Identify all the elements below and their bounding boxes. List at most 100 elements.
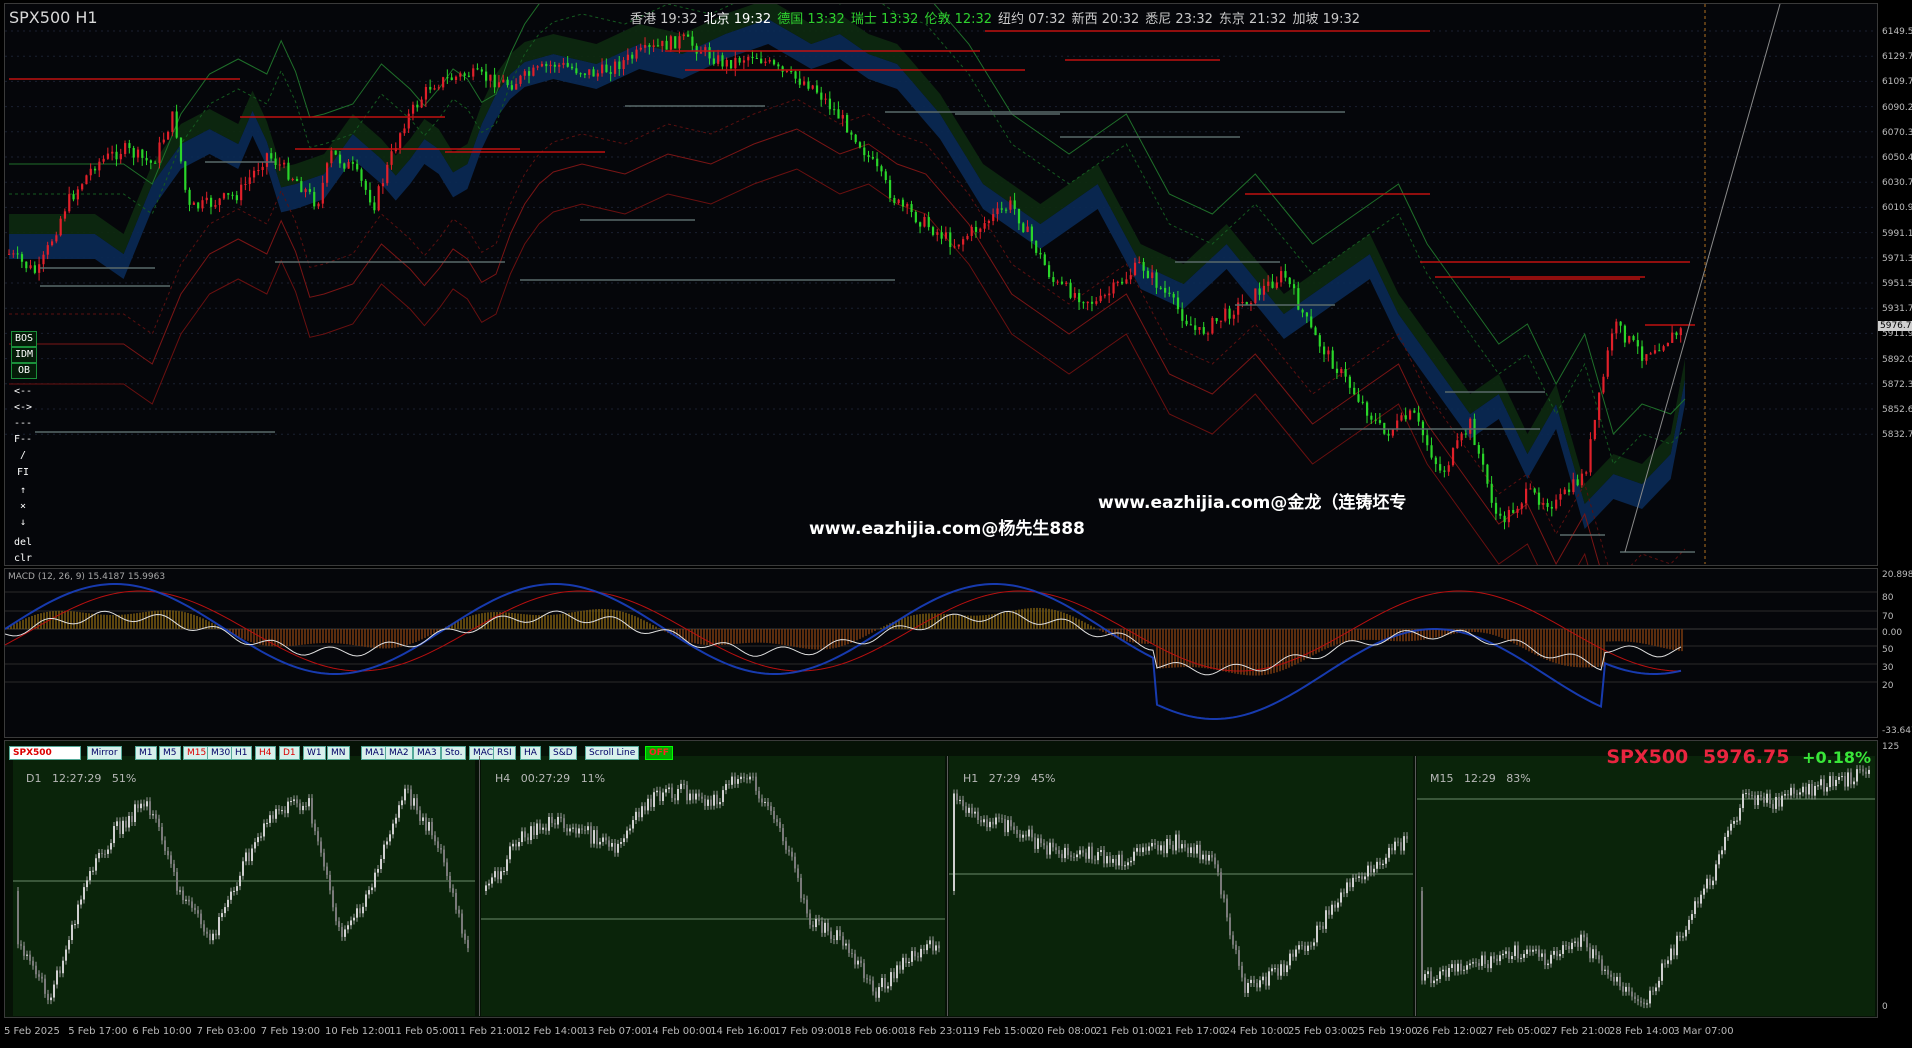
price-chart-canvas[interactable] (5, 4, 1878, 566)
toolbar-button-h4[interactable]: H4 (255, 746, 276, 760)
mini-candle-body (884, 977, 886, 989)
mini-candle-body (170, 855, 172, 864)
toolbar-button-scrollline[interactable]: Scroll Line (585, 746, 640, 760)
time-tick: 25 Feb 03:00 (1288, 1026, 1354, 1037)
candle-body (1610, 333, 1614, 351)
mini-candle-body (1133, 851, 1135, 861)
mini-candle-body (377, 869, 379, 873)
candle-body (106, 153, 110, 159)
mini-candle-body (1037, 838, 1039, 849)
candle-body (803, 81, 806, 85)
tool-button-11[interactable]: ↓ (11, 516, 35, 530)
macd-main-line (5, 583, 1682, 720)
mini-candle-body (1067, 847, 1069, 856)
tool-button-4[interactable]: <-> (11, 401, 35, 415)
mini-candle-body (362, 906, 364, 914)
candle-body (1030, 226, 1033, 241)
candle-body (1396, 420, 1399, 430)
price-axis[interactable]: 6149.5 6129.7 6109.7 6090.2 6070.3 6050.4 6030… (1878, 3, 1912, 566)
toggle-off-button[interactable]: OFF (645, 746, 673, 760)
mini-candle-body (1049, 842, 1051, 855)
mini-candle-body (284, 810, 286, 814)
toolbar-button-rsi[interactable]: RSI (493, 746, 516, 760)
mini-candle-body (407, 788, 409, 790)
tool-button-8[interactable]: FI (11, 466, 35, 480)
tool-button-1[interactable]: IDM (11, 347, 37, 363)
mini-candle-body (977, 811, 979, 821)
candle-body (798, 78, 801, 85)
tool-button-13[interactable]: clr (11, 552, 35, 565)
time-axis[interactable]: 5 Feb 2025 5 Feb 17:00 6 Feb 10:00 7 Feb 03… (4, 1020, 1878, 1044)
toolbar-button-m5[interactable]: M5 (159, 746, 181, 760)
candle-body (197, 202, 200, 209)
candle-body (124, 143, 127, 154)
candle-body (1073, 292, 1076, 298)
mini-candle-body (455, 892, 457, 910)
toolbar-button-sd[interactable]: S&D (549, 746, 577, 760)
candle-body (278, 164, 281, 166)
price-chart-pane[interactable]: SPX500 H1 香港 19:32 北京 19:32 德国 13:32 瑞士 13:… (4, 3, 1878, 566)
tool-button-2[interactable]: OB (11, 363, 37, 379)
mini-candle-body (779, 822, 781, 829)
mini-candle-body (1691, 914, 1693, 920)
mini-candle-body (1439, 971, 1441, 979)
multi-timeframe-pane[interactable]: SPX500 Mirror M1 M5 M15 M30 H1 H4 D1 W1 MN MA1 MA2 M… (4, 740, 1878, 1018)
tool-button-9[interactable]: ↑ (11, 484, 35, 498)
mini-candle-body (554, 823, 556, 825)
tool-button-6[interactable]: F-- (11, 433, 35, 447)
candle-body (1353, 387, 1356, 395)
tool-button-7[interactable]: / (11, 449, 35, 463)
candle-body (906, 204, 909, 207)
mini-candle-body (692, 793, 694, 800)
candle-body (373, 202, 376, 211)
candle-body (1477, 445, 1480, 454)
candle-body (966, 235, 969, 240)
mini-candle-body (908, 961, 910, 964)
toolbar-button-ha[interactable]: HA (520, 746, 541, 760)
time-tick: 18 Feb 23:01 (902, 1026, 969, 1037)
tool-button-12[interactable]: del (11, 536, 35, 550)
mini-candle-body (581, 828, 583, 830)
price-tick: 6149.5 (1882, 27, 1912, 37)
mini-candle-body (1814, 785, 1816, 796)
symbol-field[interactable]: SPX500 (9, 746, 81, 760)
mini-candle-body (1553, 951, 1555, 955)
macd-pane[interactable]: MACD (12, 26, 9) 15.4187 15.9963 (4, 568, 1878, 738)
candle-body (1258, 288, 1261, 295)
mini-candle-body (815, 918, 817, 928)
toolbar-button-mirror[interactable]: Mirror (87, 746, 122, 760)
toolbar-button-m1[interactable]: M1 (135, 746, 157, 760)
tool-button-10[interactable]: × (11, 500, 35, 514)
candle-body (1516, 508, 1519, 513)
mini-candle-body (635, 811, 637, 821)
mini-candle-body (596, 830, 598, 845)
mini-candle-body (1151, 843, 1153, 847)
trend-line (1624, 4, 1781, 553)
candle-body (497, 82, 501, 88)
candle-body (188, 189, 191, 205)
mini-candle-body (914, 951, 916, 957)
tool-button-3[interactable]: <-- (11, 385, 35, 399)
price-tick: 5852.6 (1882, 405, 1912, 415)
mini-candle-body (44, 978, 46, 994)
mini-candle-body (1040, 838, 1042, 844)
tool-button-0[interactable]: BOS (11, 331, 37, 347)
mini-candle-body (1853, 781, 1855, 785)
candle-body (1254, 288, 1257, 304)
toolbar-button-mn[interactable]: MN (327, 746, 350, 760)
toolbar-button-ma3[interactable]: MA3 (413, 746, 441, 760)
toolbar-button-h1[interactable]: H1 (231, 746, 252, 760)
toolbar-button-d1[interactable]: D1 (279, 746, 300, 760)
mini-candle-body (266, 822, 268, 824)
toolbar-button-sto[interactable]: Sto. (441, 746, 467, 760)
candle-body (1469, 418, 1472, 434)
tool-button-5[interactable]: --- (11, 417, 35, 431)
mini-candle-body (1172, 844, 1174, 851)
toolbar-button-ma2[interactable]: MA2 (385, 746, 413, 760)
mini-candle-body (257, 837, 259, 843)
mini-candle-body (1544, 953, 1546, 966)
mini-candle-body (1223, 894, 1225, 899)
toolbar-button-w1[interactable]: W1 (303, 746, 326, 760)
mini-candle-body (1058, 850, 1060, 854)
candle-body (437, 87, 440, 89)
